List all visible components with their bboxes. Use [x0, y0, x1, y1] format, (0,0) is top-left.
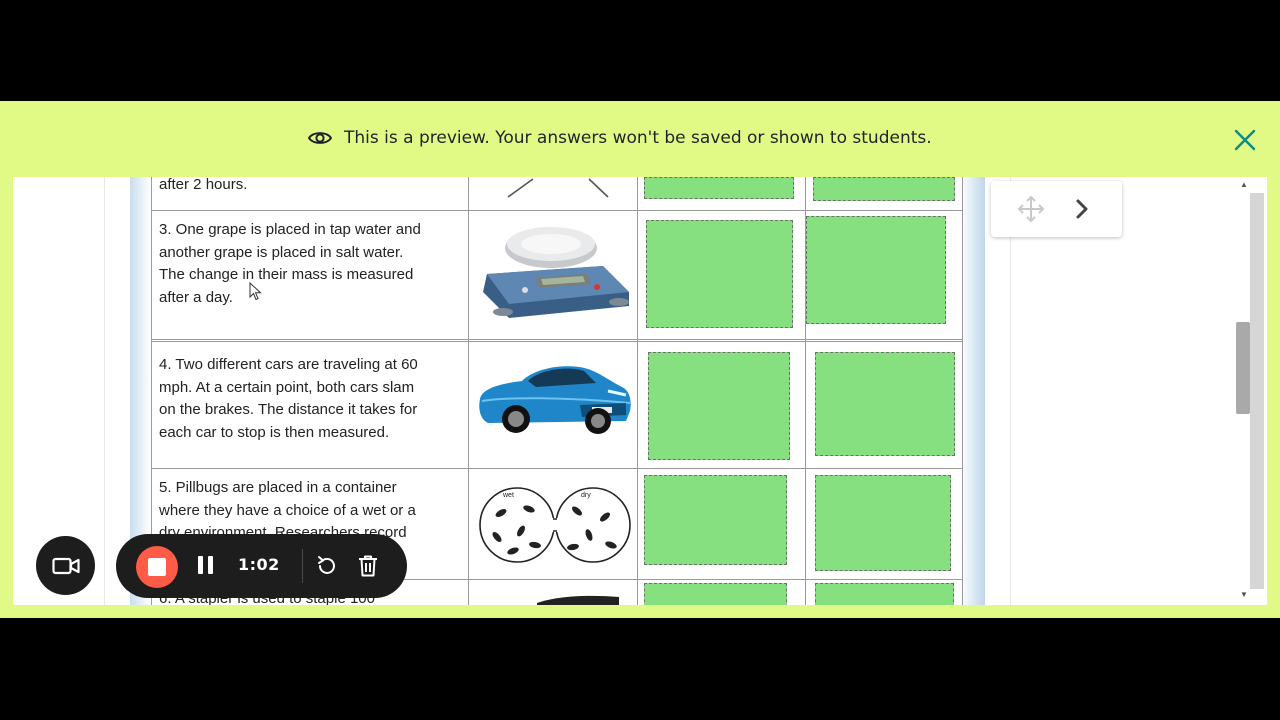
recording-timer: 1:02 — [238, 555, 280, 574]
pause-button[interactable] — [194, 556, 216, 578]
right-rule — [1010, 177, 1011, 605]
table-divider — [637, 177, 638, 605]
eye-icon — [308, 130, 332, 146]
dry-label: dry — [581, 492, 591, 499]
chevron-right-icon — [1076, 199, 1088, 219]
floating-toolbox — [991, 181, 1122, 237]
stop-icon — [148, 558, 166, 576]
row-divider — [151, 339, 962, 342]
left-rule — [104, 177, 105, 605]
trash-icon — [359, 555, 377, 577]
next-button[interactable] — [1065, 192, 1099, 226]
controls-divider — [302, 549, 303, 583]
move-icon — [1017, 195, 1045, 223]
scroll-down-arrow[interactable]: ▼ — [1239, 590, 1249, 600]
video-camera-icon — [51, 557, 80, 574]
stand-image — [507, 178, 609, 198]
camera-toggle-button[interactable] — [36, 536, 95, 595]
table-border-right — [962, 177, 963, 605]
preview-message: This is a preview. Your answers won't be… — [308, 125, 932, 151]
close-icon — [1234, 129, 1256, 151]
mouse-cursor-icon — [249, 282, 262, 301]
pause-icon — [197, 556, 203, 574]
blue-car-image — [479, 366, 631, 434]
drop-zone-row-3-a[interactable] — [646, 220, 793, 328]
row-4-text: 4. Two different cars are traveling at 6… — [159, 356, 418, 441]
table-divider — [468, 177, 469, 605]
stapler-image — [537, 595, 619, 605]
wet-label: wet — [502, 492, 514, 499]
row-divider — [151, 210, 962, 211]
digital-scale-image — [483, 227, 629, 318]
pillbug-chambers-image: wet dry — [479, 487, 631, 563]
close-preview-button[interactable] — [1230, 126, 1260, 154]
restart-recording-button[interactable] — [315, 554, 339, 578]
recording-controls: 1:02 — [116, 534, 407, 598]
drop-zone-row-3-b[interactable] — [806, 216, 946, 324]
restart-icon — [318, 556, 335, 574]
preview-message-text: This is a preview. Your answers won't be… — [344, 128, 932, 148]
move-button[interactable] — [1014, 192, 1048, 226]
drop-zone-row-6-a[interactable] — [644, 583, 787, 605]
drop-zone-row-5-a[interactable] — [644, 475, 787, 565]
drop-zone-row-2-a[interactable] — [644, 177, 794, 199]
row-2-text: after 2 hours. — [159, 177, 248, 193]
drop-zone-row-4-a[interactable] — [648, 352, 790, 460]
drop-zone-row-6-b[interactable] — [815, 583, 954, 605]
stop-recording-button[interactable] — [136, 546, 178, 588]
delete-recording-button[interactable] — [356, 554, 380, 578]
scrollbar-track[interactable] — [1250, 193, 1264, 589]
scroll-up-arrow[interactable]: ▲ — [1239, 180, 1249, 190]
drop-zone-row-2-b[interactable] — [813, 177, 955, 201]
drop-zone-row-5-b[interactable] — [815, 475, 951, 571]
scrollbar-thumb[interactable] — [1236, 322, 1250, 414]
drop-zone-row-4-b[interactable] — [815, 352, 955, 456]
row-divider — [151, 468, 962, 469]
row-3-text: 3. One grape is placed in tap water and … — [159, 221, 421, 306]
